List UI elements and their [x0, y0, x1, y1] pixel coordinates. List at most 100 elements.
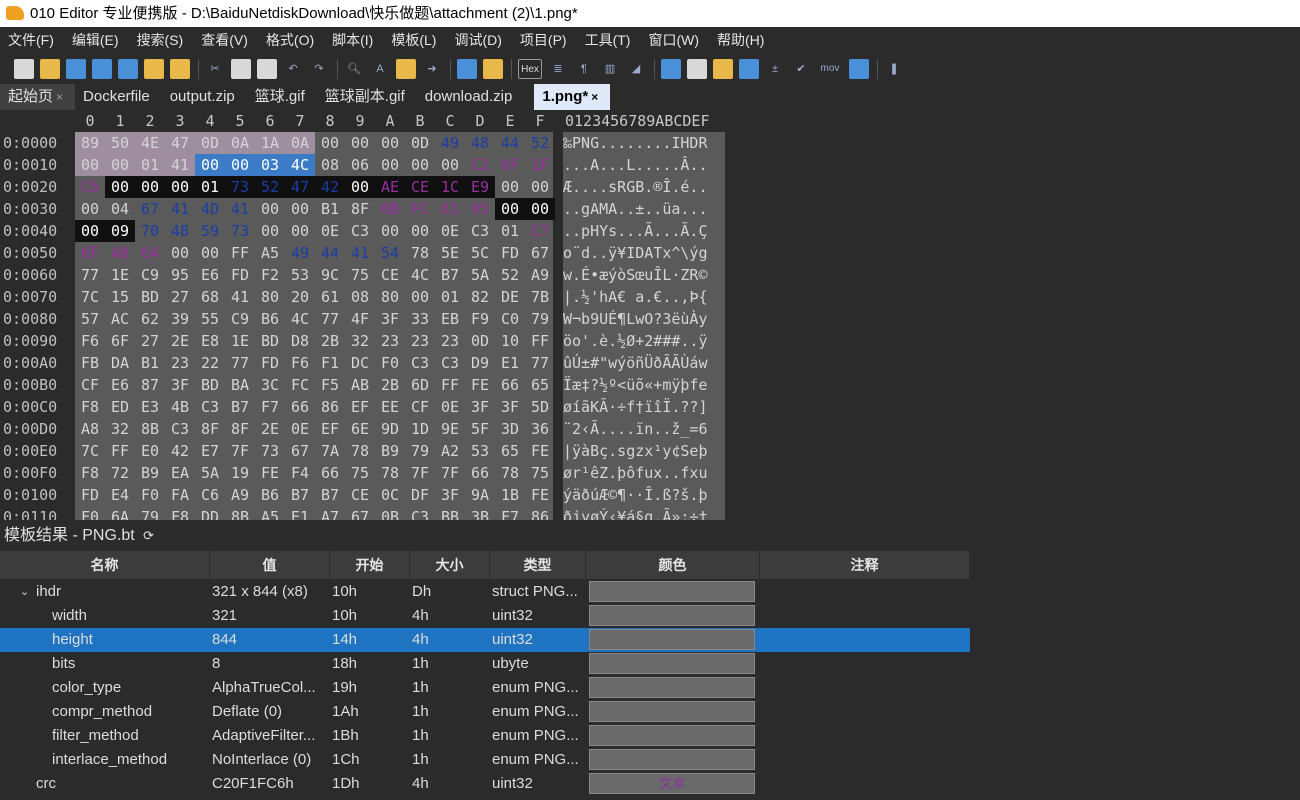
hex-byte[interactable]: 36	[525, 418, 555, 440]
hex-byte[interactable]: 33	[405, 308, 435, 330]
refresh-icon[interactable]: ⟳	[143, 528, 154, 543]
hex-byte[interactable]: FF	[225, 242, 255, 264]
text-row[interactable]: øíãKÃ·÷f†ïîÏ.??]	[563, 396, 725, 418]
menu-item[interactable]: 调试(D)	[454, 27, 501, 54]
hex-byte[interactable]: A7	[315, 506, 345, 520]
hex-byte[interactable]: 00	[285, 220, 315, 242]
new-file-icon[interactable]	[14, 59, 34, 79]
hex-byte[interactable]: E4	[105, 484, 135, 506]
hex-byte[interactable]: B9	[135, 462, 165, 484]
hex-byte[interactable]: 0B	[375, 198, 405, 220]
hex-byte[interactable]: FD	[225, 264, 255, 286]
hex-byte[interactable]: 00	[345, 176, 375, 198]
hex-byte[interactable]: E6	[105, 374, 135, 396]
color-swatch[interactable]	[589, 677, 755, 698]
hex-byte[interactable]: 00	[225, 154, 255, 176]
hex-byte[interactable]: 50	[105, 132, 135, 154]
hex-byte[interactable]: 4E	[135, 132, 165, 154]
hex-byte[interactable]: 00	[285, 198, 315, 220]
hex-byte[interactable]: 53	[285, 264, 315, 286]
template-row[interactable]: bits 8 18h 1h ubyte	[0, 652, 970, 676]
hex-byte[interactable]: 10	[495, 330, 525, 352]
text-row[interactable]: |.½'hA€ a.€..‚Þ{	[563, 286, 725, 308]
hex-byte[interactable]: F7	[495, 506, 525, 520]
text-row[interactable]: Ïæ‡?½º<üõ«+mÿþfe	[563, 374, 725, 396]
hex-byte[interactable]: 00	[405, 286, 435, 308]
color-swatch[interactable]: 文本	[589, 773, 755, 794]
hash-icon[interactable]: ✔	[791, 59, 811, 79]
hex-byte[interactable]: 49	[435, 132, 465, 154]
hex-byte[interactable]: 1D	[405, 418, 435, 440]
hex-row[interactable]: 00 04 67 41 4D 41 00 00 B1 8F 0B FC 61 05 00 00	[75, 198, 555, 220]
hex-byte[interactable]: 00	[195, 242, 225, 264]
text-row[interactable]: ðjyøÝ‹¥á§g.Ã»;÷†	[563, 506, 725, 520]
hex-byte[interactable]: 00	[405, 220, 435, 242]
hex-byte[interactable]: 00	[75, 220, 105, 242]
file-tab[interactable]: 1.png* ×	[534, 84, 611, 110]
hex-byte[interactable]: BA	[225, 374, 255, 396]
hex-byte[interactable]: 2E	[165, 330, 195, 352]
hex-byte[interactable]: 04	[105, 198, 135, 220]
color-swatch[interactable]	[589, 581, 755, 602]
hex-byte[interactable]: A5	[255, 506, 285, 520]
hex-byte[interactable]: 3B	[465, 506, 495, 520]
hex-byte[interactable]: 77	[315, 308, 345, 330]
hex-byte[interactable]: F6	[285, 352, 315, 374]
checksum-icon[interactable]: ±	[765, 59, 785, 79]
template-column-header[interactable]: 颜色	[586, 551, 760, 579]
hex-byte[interactable]: C3	[195, 396, 225, 418]
hex-byte[interactable]: 41	[345, 242, 375, 264]
hex-byte[interactable]: 08	[345, 286, 375, 308]
menu-item[interactable]: 搜索(S)	[137, 27, 184, 54]
menu-item[interactable]: 文件(F)	[8, 27, 54, 54]
hex-byte[interactable]: 00	[315, 132, 345, 154]
hex-byte[interactable]: 00	[495, 198, 525, 220]
compare-icon[interactable]	[687, 59, 707, 79]
hex-byte[interactable]: 00	[75, 154, 105, 176]
hex-byte[interactable]: B1	[315, 198, 345, 220]
menu-item[interactable]: 格式(O)	[266, 27, 314, 54]
hex-row[interactable]: FD E4 F0 FA C6 A9 B6 B7 B7 CE 0C DF 3F 9A 1B FE	[75, 484, 553, 506]
hex-byte[interactable]: 44	[315, 242, 345, 264]
hex-byte[interactable]: 1B	[495, 484, 525, 506]
hex-byte[interactable]: B7	[285, 484, 315, 506]
hex-byte[interactable]: 41	[165, 154, 195, 176]
color-swatch[interactable]	[589, 605, 755, 626]
hex-byte[interactable]: 22	[195, 352, 225, 374]
template-column-header[interactable]: 大小	[410, 551, 490, 579]
text-row[interactable]: o¨d..ÿ¥IDATx^\ýg	[563, 242, 725, 264]
hex-byte[interactable]: 67	[345, 506, 375, 520]
menu-item[interactable]: 项目(P)	[520, 27, 567, 54]
text-row[interactable]: Æ....sRGB.®Î.é..	[563, 176, 725, 198]
template-row[interactable]: interlace_method NoInterlace (0) 1Ch 1h enum…	[0, 748, 970, 772]
export-icon[interactable]	[483, 59, 503, 79]
hex-byte[interactable]: 70	[135, 220, 165, 242]
hex-byte[interactable]: C6	[195, 484, 225, 506]
hex-byte[interactable]: 1E	[105, 264, 135, 286]
text-row[interactable]: ¨2‹Ã....ïn..ž_=6	[563, 418, 725, 440]
hex-byte[interactable]: 4F	[345, 308, 375, 330]
hex-byte[interactable]: 67	[525, 242, 555, 264]
hex-byte[interactable]: FC	[405, 198, 435, 220]
hex-byte[interactable]: C3	[465, 220, 495, 242]
hex-byte[interactable]: E9	[465, 176, 495, 198]
hex-byte[interactable]: 00	[255, 220, 285, 242]
hex-byte[interactable]: 00	[345, 132, 375, 154]
hex-byte[interactable]: 01	[435, 286, 465, 308]
hex-byte[interactable]: CF	[75, 374, 105, 396]
hex-byte[interactable]: 00	[135, 176, 165, 198]
hex-byte[interactable]: 73	[255, 440, 285, 462]
hex-byte[interactable]: FF	[525, 330, 555, 352]
hex-byte[interactable]: 3F	[495, 396, 525, 418]
hex-byte[interactable]: 0A	[285, 132, 315, 154]
hex-row[interactable]: F8 ED E3 4B C3 B7 F7 66 86 EF EE CF 0E 3F 3F 5D	[75, 396, 553, 418]
hex-byte[interactable]: 32	[105, 418, 135, 440]
hex-byte[interactable]: 67	[135, 198, 165, 220]
open-file-icon[interactable]	[40, 59, 60, 79]
hex-byte[interactable]: 0A	[225, 132, 255, 154]
menu-item[interactable]: 工具(T)	[585, 27, 631, 54]
hex-byte[interactable]: 4C	[405, 264, 435, 286]
hex-byte[interactable]: 1A	[255, 132, 285, 154]
hex-byte[interactable]: 75	[525, 462, 555, 484]
hex-byte[interactable]: AE	[375, 176, 405, 198]
